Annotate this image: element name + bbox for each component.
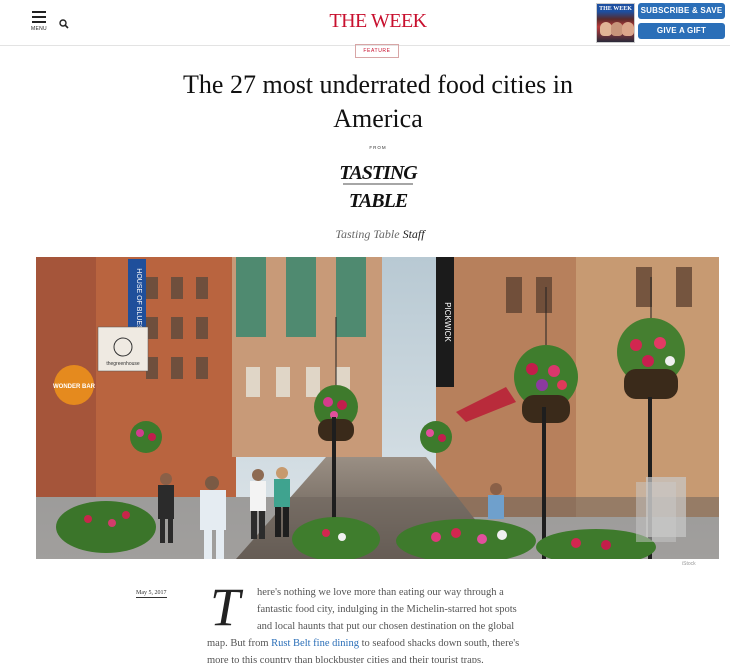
article-headline: The 27 most underrated food cities in Am… (183, 70, 573, 133)
body-line: more to this country than blockbuster ci… (207, 655, 484, 663)
body-line: fantastic food city, indulging in the Mi… (257, 604, 517, 615)
site-header: MENU THE WEEK THE WEEK SUBSCRIBE & SAVE … (0, 0, 730, 46)
svg-text:TABLE: TABLE (349, 190, 408, 212)
body-line: and local haunts that put our chosen des… (257, 621, 515, 632)
svg-text:TASTING: TASTING (339, 162, 418, 184)
hamburger-menu-icon (32, 11, 46, 13)
body-line: map. But from Rust Belt fine dining to s… (207, 635, 557, 652)
hero-sign-greenhouse: thegreenhouse (106, 361, 140, 367)
street-scene-illustration: HOUSE OF BLUES PICKWICK WONDER BAR thegr… (36, 257, 719, 559)
hero-sign-pickwick: PICKWICK (443, 302, 452, 342)
menu-button[interactable]: MENU (29, 11, 49, 33)
body-text-segment: to seafood shacks down south, there's (358, 638, 520, 649)
publish-date: May 5, 2017 (136, 590, 167, 598)
byline-source[interactable]: Tasting Table (335, 227, 399, 241)
body-text-segment: map. But from (207, 638, 272, 649)
tasting-table-logo[interactable]: TASTING TABLE (335, 157, 421, 215)
hero-image: HOUSE OF BLUES PICKWICK WONDER BAR thegr… (36, 257, 719, 559)
magazine-cover-title: THE WEEK (599, 6, 632, 12)
body-line: here's nothing we love more than eating … (257, 587, 504, 598)
rust-belt-dining-link[interactable]: Rust Belt fine dining (271, 638, 359, 649)
subscribe-button[interactable]: SUBSCRIBE & SAVE (638, 3, 725, 19)
hero-sign-wonder-bar: WONDER BAR (53, 384, 96, 390)
search-button[interactable] (59, 14, 71, 29)
hero-sign-house-of-blues: HOUSE OF BLUES (135, 268, 142, 330)
hamburger-bar (32, 21, 46, 23)
section-tag[interactable]: FEATURE (355, 44, 399, 58)
cover-figure (622, 22, 634, 36)
search-icon (59, 19, 69, 29)
byline: Tasting Table Staff (280, 227, 480, 242)
magazine-cover-thumbnail[interactable]: THE WEEK (596, 3, 635, 43)
site-logo[interactable]: THE WEEK (322, 11, 434, 31)
byline-author[interactable]: Staff (403, 227, 425, 241)
menu-label: MENU (31, 26, 47, 32)
give-gift-button[interactable]: GIVE A GIFT (638, 23, 725, 39)
hamburger-bar (32, 16, 46, 18)
article-body: here's nothing we love more than eating … (207, 584, 557, 663)
photo-credit: iStock (682, 561, 696, 567)
from-label: FROM (369, 145, 387, 150)
